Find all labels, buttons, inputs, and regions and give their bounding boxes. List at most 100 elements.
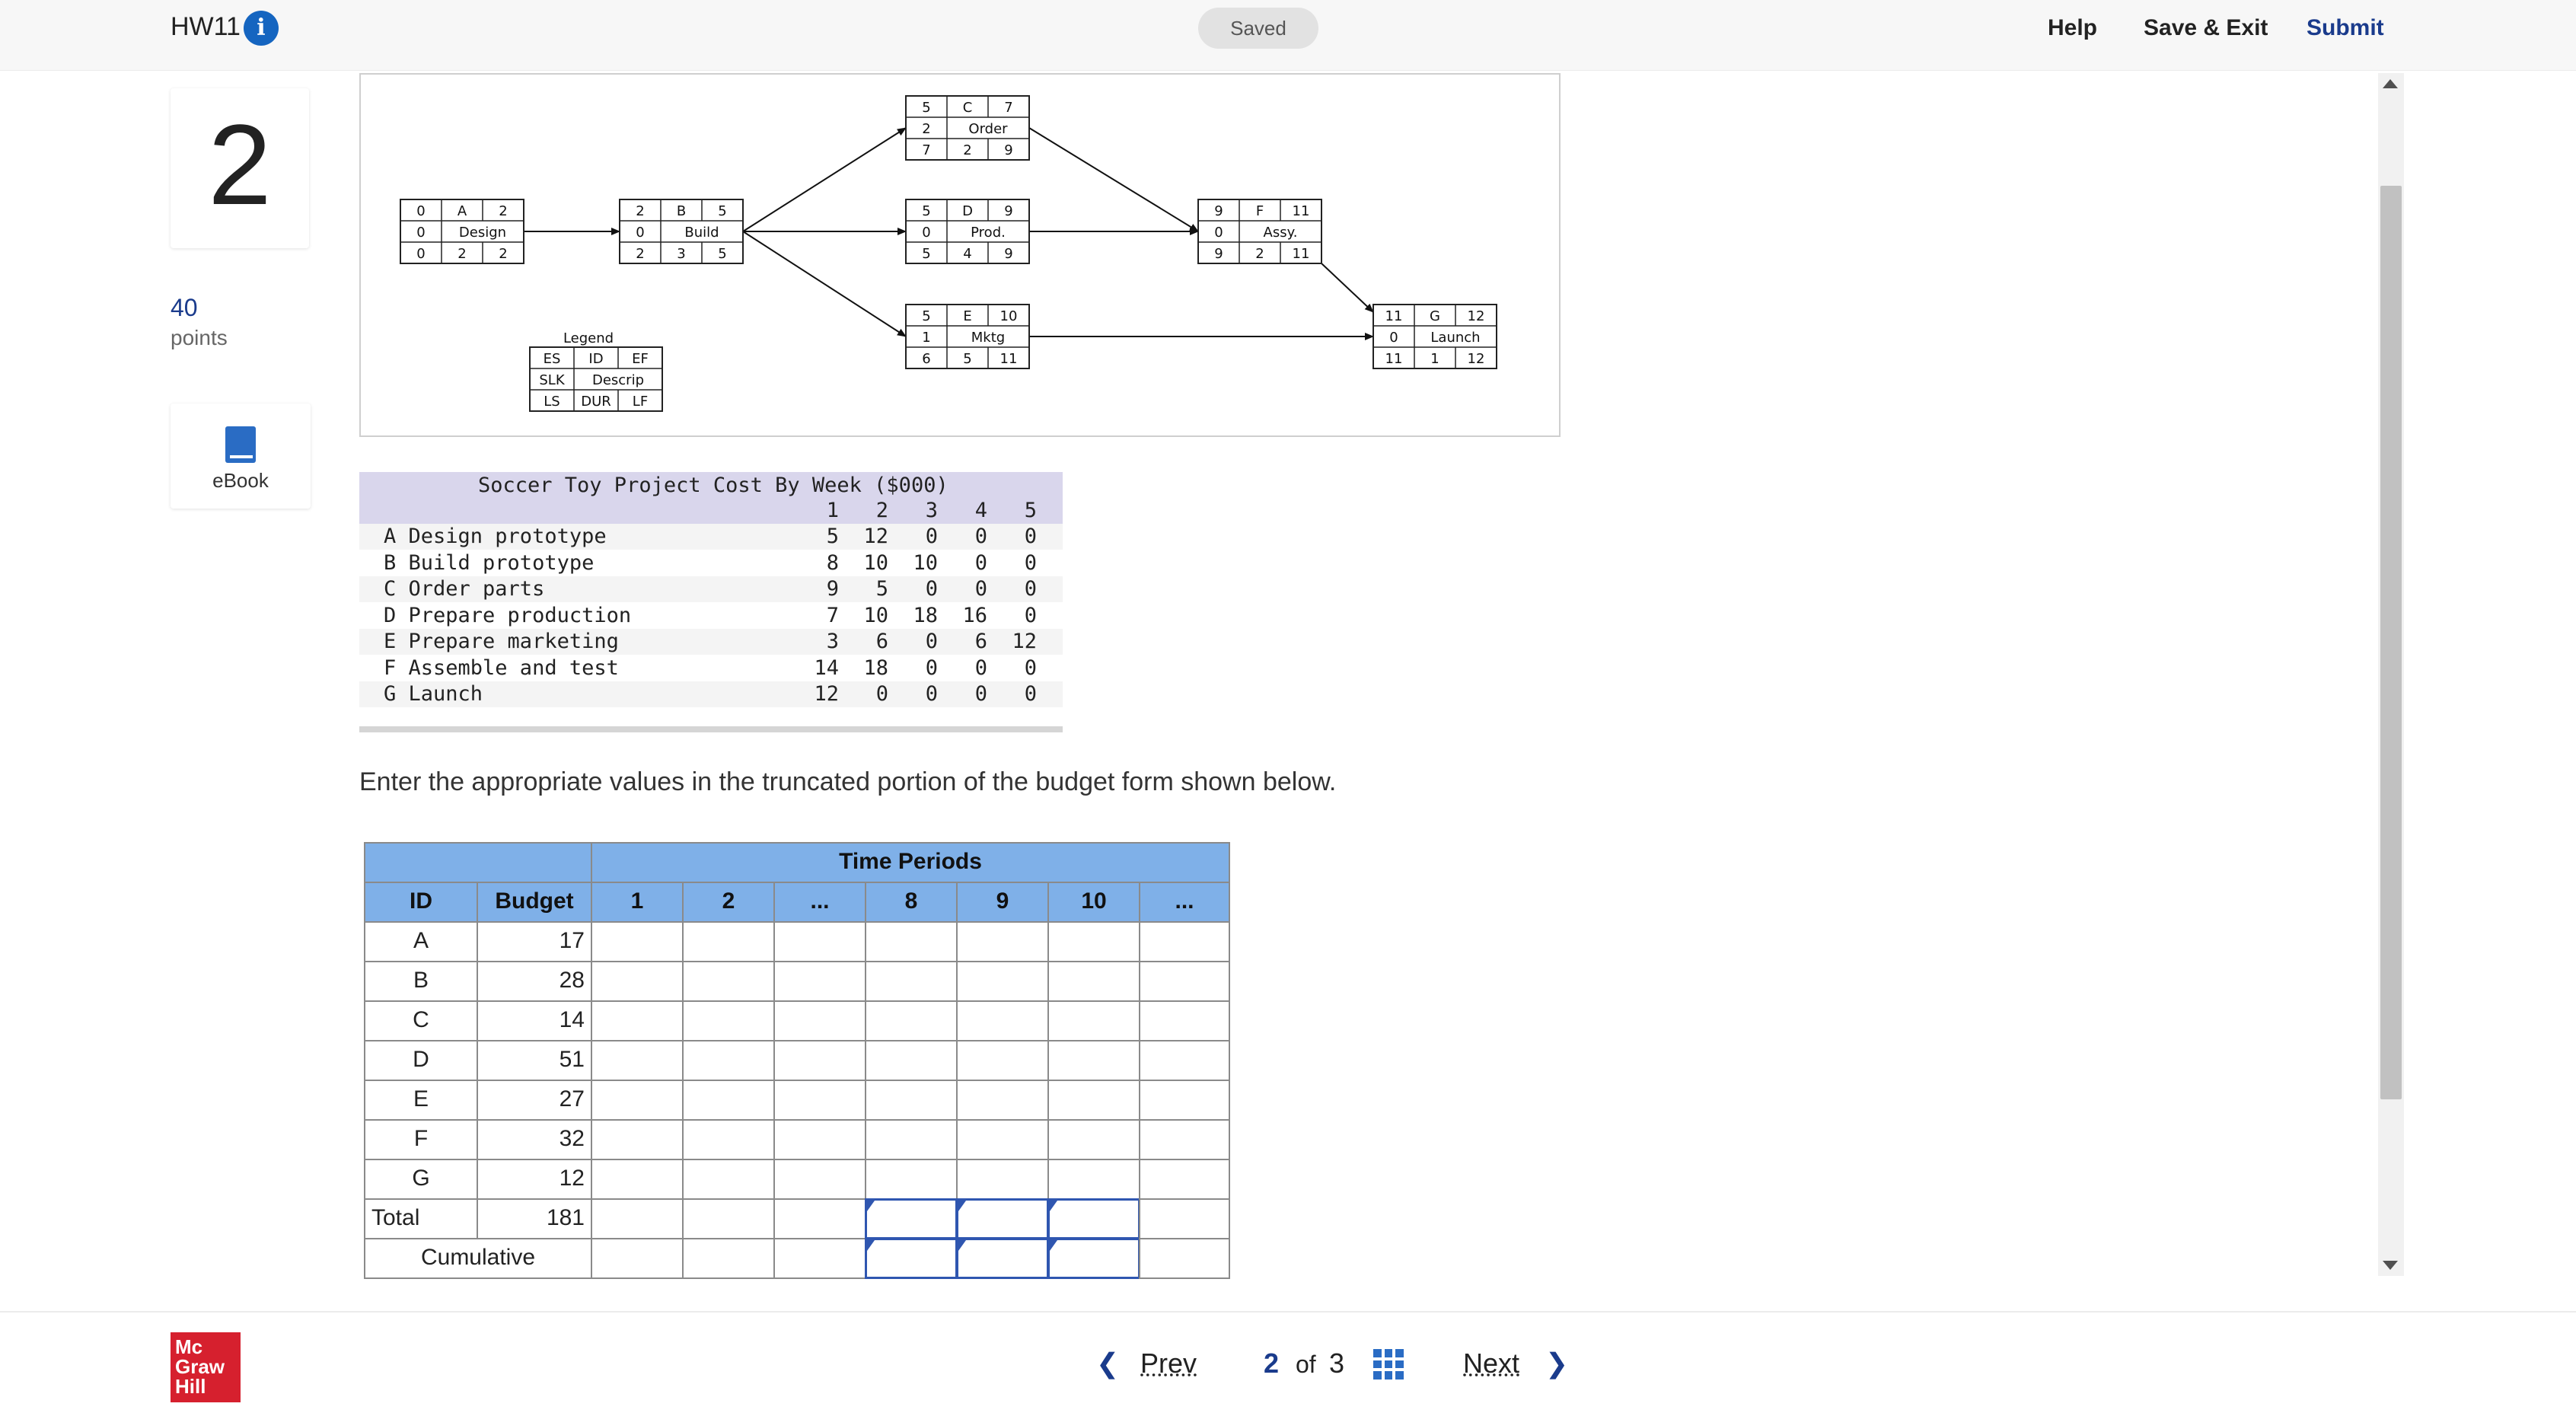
period-cell — [865, 1159, 958, 1200]
cost-table-row: E Prepare marketing 3 6 0 6 12 — [359, 629, 1063, 655]
chevron-left-icon[interactable]: ❮ — [1096, 1348, 1119, 1380]
saved-status-badge: Saved — [1198, 8, 1318, 49]
period-cell — [773, 1000, 866, 1041]
node-description: Assy. — [1264, 225, 1298, 241]
help-link[interactable]: Help — [2048, 15, 2097, 41]
period-cell — [591, 1159, 684, 1200]
weekly-cost-value: 12 — [863, 525, 888, 548]
node-lf: 2 — [499, 246, 507, 262]
weekly-cost-value: 6 — [875, 630, 888, 653]
period-cell — [682, 1159, 775, 1200]
cost-table-header: Soccer Toy Project Cost By Week ($000) 1… — [359, 472, 1063, 524]
node-es: 5 — [922, 100, 930, 116]
current-page-number: 2 — [1264, 1348, 1280, 1379]
budget-column-header: 9 — [956, 882, 1049, 923]
period-cell — [682, 1080, 775, 1121]
node-ef: 11 — [1293, 203, 1310, 219]
node-duration: 2 — [1255, 246, 1264, 262]
activity-name: E Prepare marketing — [384, 630, 619, 653]
period-cell — [682, 1119, 775, 1160]
period-cell — [1139, 921, 1230, 962]
period-cell — [1047, 1000, 1140, 1041]
budget-value-cell: 17 — [477, 921, 592, 962]
period-cell — [956, 921, 1049, 962]
budget-value-cell: 51 — [477, 1040, 592, 1081]
period-cell — [682, 1198, 775, 1239]
period-cell — [956, 1080, 1049, 1121]
mcgraw-hill-logo: Mc Graw Hill — [171, 1332, 241, 1402]
period-cell — [865, 961, 958, 1002]
grid-view-icon[interactable] — [1373, 1349, 1404, 1380]
node-id: B — [677, 203, 686, 219]
scroll-down-arrow-icon[interactable] — [2383, 1261, 2398, 1270]
period-cell — [956, 1119, 1049, 1160]
activity-id-cell: F — [364, 1119, 478, 1160]
activity-node-b: 2 B 5 0 Build 2 3 5 — [619, 199, 744, 264]
chevron-right-icon[interactable]: ❯ — [1545, 1348, 1568, 1380]
budget-value-cell: 12 — [477, 1159, 592, 1200]
node-ls: 9 — [1214, 246, 1223, 262]
weekly-cost-value: 12 — [1012, 630, 1037, 653]
node-duration: 5 — [963, 351, 971, 367]
weekly-cost-value: 10 — [913, 550, 938, 575]
logo-text: Mc — [175, 1335, 203, 1358]
node-description: Mktg — [971, 330, 1005, 346]
total-period-input[interactable] — [865, 1198, 958, 1239]
node-lf: 5 — [718, 246, 726, 262]
node-ef: 9 — [1004, 203, 1012, 219]
legend-cell: DUR — [581, 394, 611, 410]
submit-link[interactable]: Submit — [2307, 15, 2384, 41]
weekly-cost-value: 0 — [974, 525, 987, 548]
node-id: A — [457, 203, 467, 219]
activity-name: C Order parts — [384, 577, 545, 601]
ebook-label: eBook — [212, 469, 269, 492]
activity-node-c: 5 C 7 2 Order 7 2 9 — [905, 95, 1030, 161]
weekly-cost-value: 0 — [875, 682, 888, 706]
cumulative-period-input[interactable] — [865, 1238, 958, 1279]
week-header: 3 — [925, 499, 938, 522]
period-cell — [682, 961, 775, 1002]
save-exit-link[interactable]: Save & Exit — [2144, 15, 2268, 41]
weekly-cost-value: 0 — [1024, 682, 1037, 706]
node-id: G — [1430, 308, 1440, 324]
ebook-button[interactable]: eBook — [171, 403, 311, 509]
cumulative-period-input[interactable] — [956, 1238, 1049, 1279]
activity-name: F Assemble and test — [384, 655, 619, 680]
node-ef: 7 — [1004, 100, 1012, 116]
period-cell — [865, 1000, 958, 1041]
weekly-cost-value: 0 — [1024, 550, 1037, 575]
instruction-text: Enter the appropriate values in the trun… — [359, 767, 1337, 796]
period-cell — [865, 921, 958, 962]
total-period-input[interactable] — [956, 1198, 1049, 1239]
cumulative-period-input[interactable] — [1047, 1238, 1140, 1279]
period-cell — [773, 1238, 866, 1279]
activity-node-e: 5 E 10 1 Mktg 6 5 11 — [905, 304, 1030, 369]
week-header: 5 — [1024, 499, 1037, 522]
network-diagram-svg: 0 A 2 0 Design 0 2 2 2 B 5 0 Build 2 3 5 5 C 7 2 Order 7 2 9 5 D 9… — [400, 95, 1497, 412]
budget-column-header: 10 — [1047, 882, 1140, 923]
next-button[interactable]: Next — [1463, 1348, 1519, 1380]
budget-column-header: ... — [1139, 882, 1230, 923]
period-cell — [773, 921, 866, 962]
network-legend: LegendES ID EF SLK Descrip LS DUR LF — [529, 330, 663, 412]
period-cell — [591, 1000, 684, 1041]
budget-column-header: 2 — [682, 882, 775, 923]
node-ls: 11 — [1385, 351, 1403, 367]
prev-button[interactable]: Prev — [1140, 1348, 1197, 1380]
info-icon[interactable]: i — [244, 11, 279, 46]
period-cell — [1139, 1080, 1230, 1121]
scroll-up-arrow-icon[interactable] — [2383, 79, 2398, 88]
period-cell — [682, 1040, 775, 1081]
period-cell — [1047, 1159, 1140, 1200]
node-slack: 0 — [416, 225, 425, 241]
node-description: Design — [459, 225, 506, 241]
activity-node-d: 5 D 9 0 Prod. 5 4 9 — [905, 199, 1030, 264]
dependency-arrow — [1028, 127, 1199, 232]
weekly-cost-value: 16 — [962, 603, 987, 627]
legend-cell: ES — [544, 351, 561, 367]
weekly-cost-value: 18 — [863, 655, 888, 680]
scrollbar-thumb[interactable] — [2380, 186, 2402, 1099]
total-period-input[interactable] — [1047, 1198, 1140, 1239]
weekly-cost-value: 9 — [826, 577, 839, 601]
node-id: E — [963, 308, 971, 324]
